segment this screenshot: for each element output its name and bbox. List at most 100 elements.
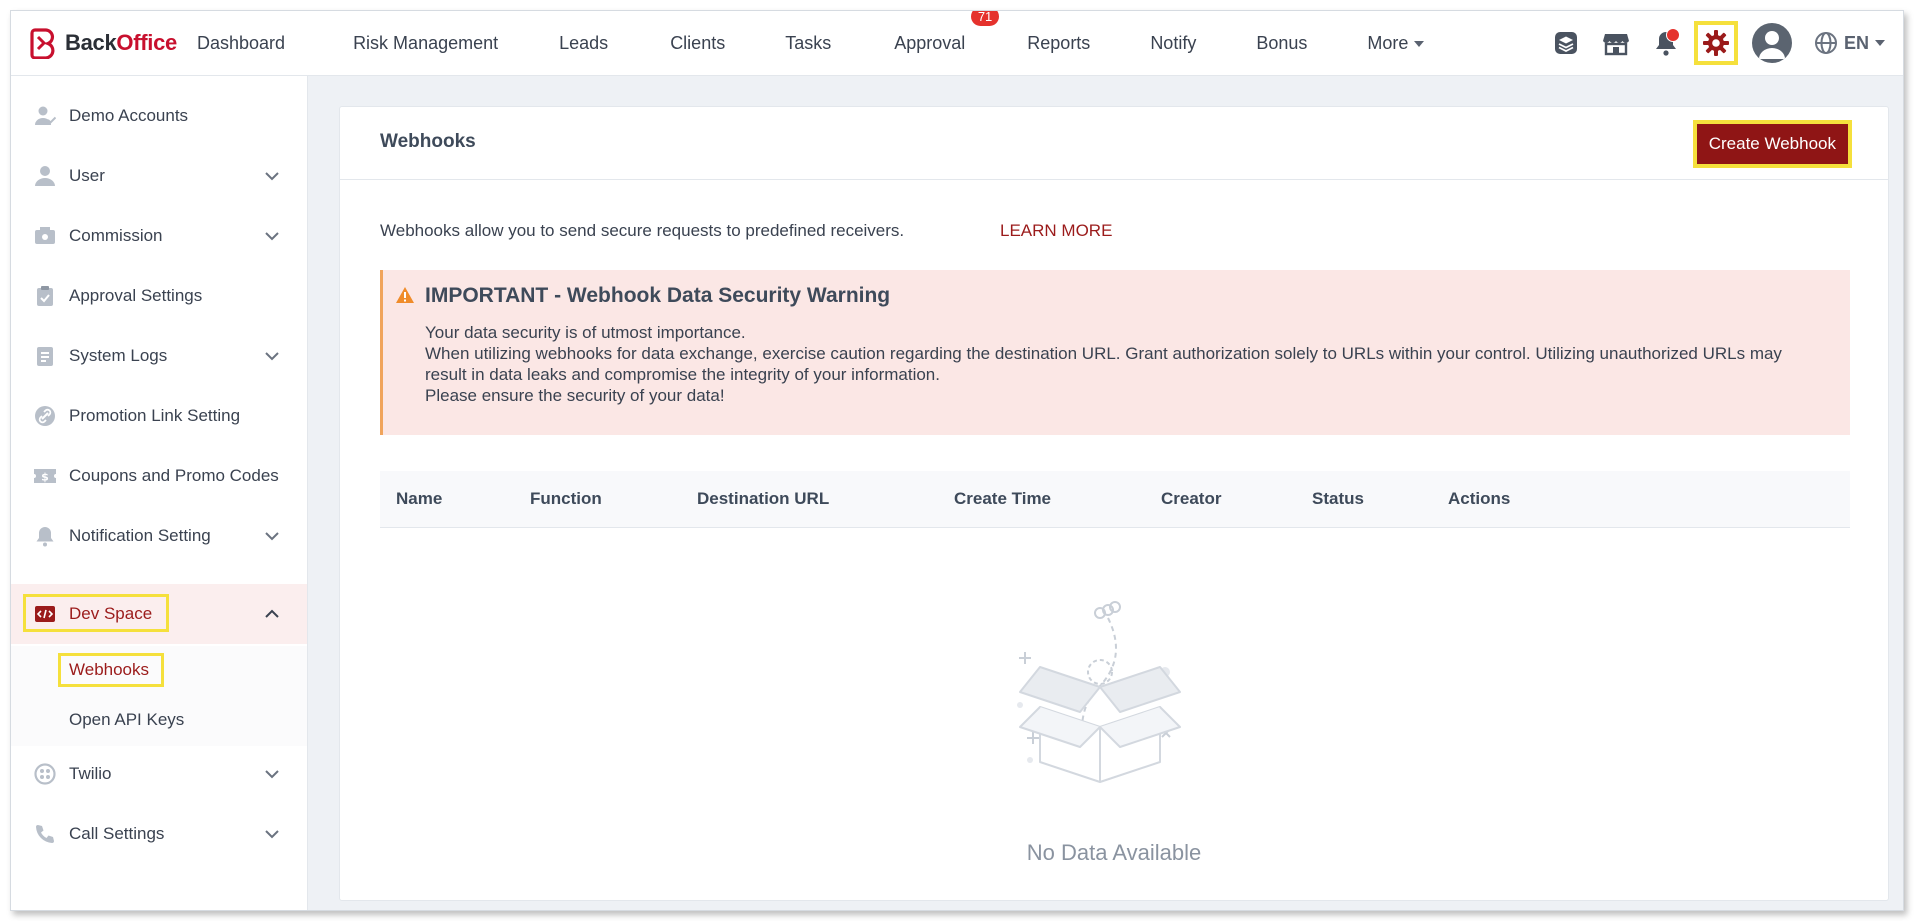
language-label: EN: [1843, 32, 1869, 53]
column-header-actions: Actions: [1448, 489, 1511, 508]
dev-space-submenu: Webhooks Open API Keys: [11, 646, 307, 746]
column-header-create-time: Create Time: [954, 489, 1052, 508]
learn-more-link[interactable]: LEARN MORE: [1000, 221, 1112, 241]
chevron-down-icon: [265, 232, 279, 241]
sidebar-item-label: Commission: [69, 226, 163, 245]
sidebar-item-label: Coupons and Promo Codes: [69, 466, 279, 485]
settings-sidebar: Demo Accounts User Commission Approval S…: [11, 76, 308, 910]
column-header-creator: Creator: [1161, 489, 1222, 508]
language-selector[interactable]: EN: [1814, 31, 1885, 55]
security-warning-alert: IMPORTANT - Webhook Data Security Warnin…: [380, 270, 1850, 435]
app-window: BackOffice Dashboard Risk Management Lea…: [10, 10, 1904, 911]
nav-bonus[interactable]: Bonus: [1256, 33, 1307, 54]
user-check-icon: [33, 104, 57, 128]
empty-state-text: No Data Available: [1026, 840, 1202, 865]
nav-more[interactable]: More: [1367, 32, 1425, 54]
globe-icon: [1814, 32, 1837, 54]
sidebar-item-label: System Logs: [69, 346, 168, 365]
column-header-function: Function: [530, 489, 602, 508]
user-icon: [33, 164, 57, 188]
nav-more-label: More: [1367, 32, 1409, 53]
sidebar-item-label: Promotion Link Setting: [69, 406, 241, 425]
webhooks-panel: Webhooks Create Webhook Webhooks allow y…: [339, 106, 1889, 901]
svg-text:$: $: [41, 471, 49, 484]
chevron-down-icon: [265, 172, 279, 181]
caret-down-icon: [1875, 40, 1885, 46]
code-icon: [33, 602, 57, 626]
link-icon: [33, 404, 57, 428]
brand-logo-icon: [30, 28, 55, 59]
column-header-destination-url: Destination URL: [697, 489, 830, 508]
twilio-icon: [33, 762, 57, 786]
store-icon[interactable]: [1600, 27, 1632, 59]
sidebar-item-coupons-promo-codes[interactable]: $ Coupons and Promo Codes: [11, 446, 307, 506]
webhooks-table-header: Name Function Destination URL Create Tim…: [380, 471, 1850, 528]
caret-down-icon: [1414, 40, 1425, 47]
log-icon: [33, 344, 57, 368]
brand-name: BackOffice: [65, 30, 177, 55]
nav-reports[interactable]: Reports: [1027, 33, 1090, 54]
sidebar-item-label: Demo Accounts: [69, 106, 189, 125]
create-webhook-highlight: Create Webhook: [1692, 120, 1852, 168]
sidebar-item-twilio[interactable]: Twilio: [11, 744, 307, 804]
create-webhook-button[interactable]: Create Webhook: [1696, 124, 1848, 164]
sidebar-item-label: Approval Settings: [69, 286, 203, 305]
bell-icon: [33, 524, 57, 548]
sidebar-item-commission[interactable]: Commission: [11, 206, 307, 266]
nav-tasks[interactable]: Tasks: [785, 33, 831, 54]
sidebar-subitem-webhooks[interactable]: Webhooks: [69, 660, 149, 680]
layers-icon[interactable]: [1550, 27, 1582, 59]
approval-count-badge: 71: [970, 11, 1000, 26]
commission-icon: [33, 224, 57, 248]
sidebar-item-promotion-link-setting[interactable]: Promotion Link Setting: [11, 386, 307, 446]
nav-risk-management[interactable]: Risk Management: [353, 33, 498, 54]
chevron-down-icon: [265, 532, 279, 541]
warning-body: Your data security is of utmost importan…: [425, 322, 1805, 406]
sidebar-item-notification-setting[interactable]: Notification Setting: [11, 506, 307, 566]
notification-dot: [1665, 28, 1680, 42]
chevron-down-icon: [265, 830, 279, 839]
warning-icon: [396, 287, 414, 303]
nav-clients[interactable]: Clients: [670, 33, 725, 54]
sidebar-item-system-logs[interactable]: System Logs: [11, 326, 307, 386]
clipboard-icon: [33, 284, 57, 308]
brand-logo[interactable]: BackOffice: [29, 27, 177, 59]
warning-line: When utilizing webhooks for data exchang…: [425, 344, 1782, 384]
nav-approval[interactable]: Approval 71: [894, 11, 1000, 54]
sidebar-item-demo-accounts[interactable]: Demo Accounts: [11, 86, 307, 146]
avatar[interactable]: [1751, 23, 1792, 63]
sidebar-item-dev-space[interactable]: Dev Space: [11, 584, 307, 644]
nav-approval-label: Approval: [894, 32, 966, 53]
sidebar-item-call-settings[interactable]: Call Settings: [11, 804, 307, 864]
phone-icon: [33, 822, 57, 846]
user-avatar-icon: [1758, 31, 1785, 59]
sidebar-item-label: User: [69, 166, 105, 185]
chevron-up-icon: [265, 609, 279, 618]
gear-icon[interactable]: [1693, 21, 1738, 65]
warning-title: IMPORTANT - Webhook Data Security Warnin…: [425, 284, 891, 307]
sidebar-item-approval-settings[interactable]: Approval Settings: [11, 266, 307, 326]
sidebar-item-user[interactable]: User: [11, 146, 307, 206]
sidebar-item-label: Dev Space: [69, 604, 153, 623]
coupon-icon: $: [33, 464, 57, 488]
sidebar-item-label: Call Settings: [69, 824, 165, 843]
empty-box-illustration: [1017, 601, 1181, 783]
nav-notify[interactable]: Notify: [1150, 33, 1196, 54]
page-title: Webhooks: [380, 131, 476, 152]
nav-leads[interactable]: Leads: [559, 33, 608, 54]
sidebar-subitem-open-api-keys[interactable]: Open API Keys: [69, 710, 184, 730]
panel-header: Webhooks Create Webhook: [340, 107, 1888, 180]
column-header-status: Status: [1312, 489, 1364, 508]
topbar-actions: EN: [1532, 11, 1885, 75]
top-navbar: BackOffice Dashboard Risk Management Lea…: [11, 11, 1903, 76]
warning-line: Please ensure the security of your data!: [425, 386, 725, 405]
sidebar-item-label: Twilio: [69, 764, 112, 783]
warning-line: Your data security is of utmost importan…: [425, 323, 746, 342]
nav-dashboard[interactable]: Dashboard: [197, 33, 285, 54]
bell-icon[interactable]: [1650, 27, 1682, 59]
intro-text: Webhooks allow you to send secure reques…: [380, 221, 905, 240]
column-header-name: Name: [396, 489, 443, 508]
main-nav: Dashboard Risk Management Leads Clients …: [197, 11, 1425, 75]
sidebar-item-label: Notification Setting: [69, 526, 211, 545]
chevron-down-icon: [265, 352, 279, 361]
